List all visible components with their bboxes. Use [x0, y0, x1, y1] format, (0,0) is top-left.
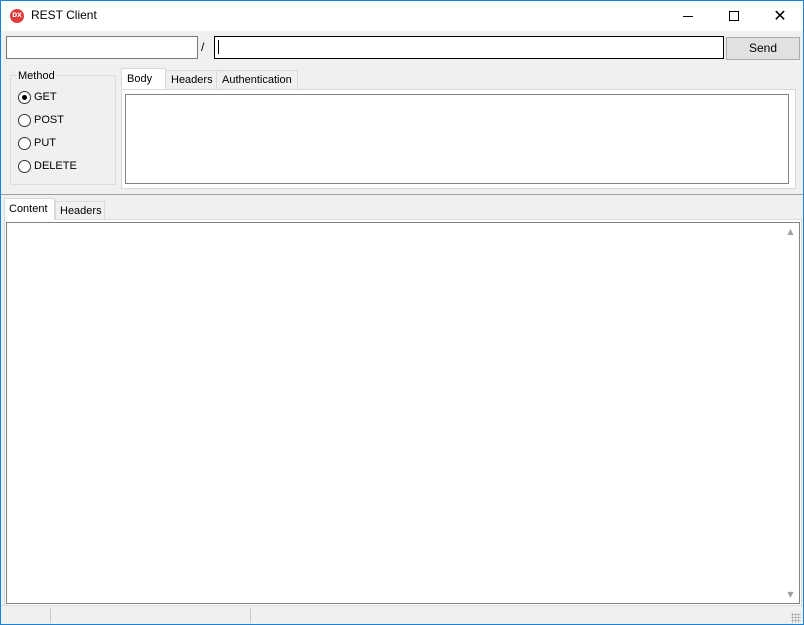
text-caret	[218, 40, 219, 54]
method-legend: Method	[17, 70, 56, 82]
url-separator: /	[201, 40, 205, 54]
host-input[interactable]	[6, 36, 198, 59]
method-option-label: GET	[34, 91, 57, 103]
method-option-delete[interactable]: DELETE	[18, 158, 77, 174]
radio-checked-icon[interactable]	[18, 90, 31, 104]
method-option-label: PUT	[34, 137, 56, 149]
method-option-post[interactable]: POST	[18, 112, 64, 128]
response-tab-panel: ▲ ▼	[4, 219, 802, 606]
status-bar	[1, 605, 803, 624]
title-bar[interactable]: DX REST Client ✕	[1, 1, 803, 31]
maximize-button[interactable]	[711, 1, 757, 31]
minimize-icon	[683, 16, 693, 17]
body-editor[interactable]	[125, 94, 789, 184]
scroll-up-icon[interactable]: ▲	[786, 227, 795, 236]
send-button[interactable]: Send	[726, 37, 800, 60]
status-panel-1	[1, 608, 51, 623]
minimize-button[interactable]	[665, 1, 711, 31]
dx-app-icon: DX	[10, 9, 24, 23]
radio-unchecked-icon[interactable]	[18, 159, 31, 173]
tab-body[interactable]: Body	[121, 68, 166, 89]
method-option-put[interactable]: PUT	[18, 135, 56, 151]
tab-response-headers[interactable]: Headers	[55, 201, 105, 220]
vertical-scrollbar[interactable]: ▲ ▼	[782, 223, 799, 603]
status-panel-2	[51, 608, 251, 623]
window-title: REST Client	[31, 8, 97, 22]
splitter[interactable]	[1, 194, 803, 195]
request-tab-panel	[121, 89, 796, 189]
tab-content[interactable]: Content	[4, 198, 55, 220]
method-option-get[interactable]: GET	[18, 89, 57, 105]
response-content[interactable]: ▲ ▼	[6, 222, 800, 604]
method-option-label: DELETE	[34, 160, 77, 172]
radio-unchecked-icon[interactable]	[18, 113, 31, 127]
tab-headers[interactable]: Headers	[165, 70, 217, 89]
method-group: Method GET POST PUT DELETE	[10, 70, 116, 185]
close-button[interactable]: ✕	[757, 1, 803, 31]
tab-authentication[interactable]: Authentication	[216, 70, 298, 89]
close-icon: ✕	[773, 6, 787, 25]
scroll-down-icon[interactable]: ▼	[786, 590, 795, 599]
rest-client-window: DX REST Client ✕ / Send Method GET POST	[0, 0, 804, 625]
maximize-icon	[729, 11, 739, 21]
path-input[interactable]	[214, 36, 724, 59]
size-grip-icon[interactable]	[791, 613, 801, 623]
method-option-label: POST	[34, 114, 64, 126]
radio-unchecked-icon[interactable]	[18, 136, 31, 150]
